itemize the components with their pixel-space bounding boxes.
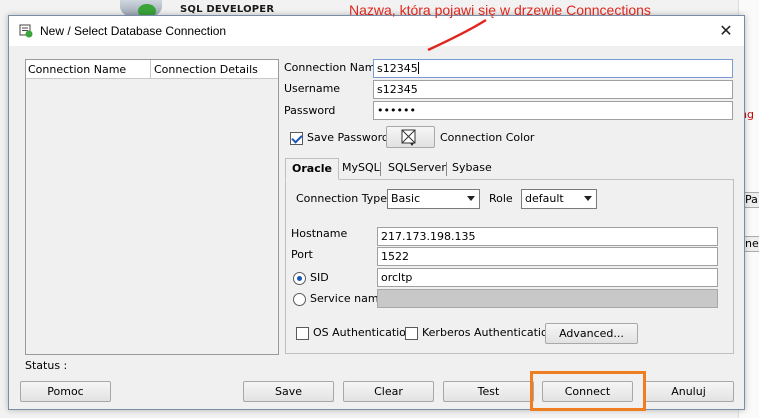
connection-name-input[interactable]: s12345 <box>373 59 733 78</box>
role-label: Role <box>489 192 513 205</box>
connection-color-button[interactable] <box>386 126 435 148</box>
connection-list-header: Connection Name Connection Details <box>26 60 278 79</box>
hostname-label: Hostname <box>291 227 348 240</box>
clear-button[interactable]: Clear <box>343 381 434 402</box>
color-picker-icon <box>401 129 416 146</box>
hostname-input[interactable]: 217.173.198.135 <box>377 227 718 246</box>
save-password-label: Save Password <box>307 131 389 144</box>
connect-highlight-frame <box>530 371 646 411</box>
service-name-input[interactable] <box>377 289 718 308</box>
kerberos-authentication-checkbox[interactable] <box>405 327 418 340</box>
database-connection-icon <box>19 24 33 38</box>
tab-separator <box>446 162 447 176</box>
connection-name-value: s12345 <box>377 62 418 75</box>
advanced-button[interactable]: Advanced... <box>545 323 638 344</box>
tab-oracle[interactable]: Oracle <box>285 158 339 180</box>
save-password-checkbox[interactable] <box>290 132 303 145</box>
sid-label: SID <box>310 271 329 284</box>
close-icon[interactable]: ✕ <box>715 21 737 41</box>
connection-color-label: Connection Color <box>440 131 535 144</box>
tab-mysql[interactable]: MySQL <box>342 158 380 180</box>
connection-dialog: New / Select Database Connection ✕ Conne… <box>8 15 745 411</box>
connection-name-label: Connection Name <box>284 61 383 74</box>
chevron-down-icon <box>467 196 475 201</box>
tab-sqlserver[interactable]: SQLServer <box>388 158 446 180</box>
service-name-radio[interactable] <box>293 293 306 306</box>
cancel-button[interactable]: Anuluj <box>643 381 734 402</box>
chevron-down-icon <box>584 196 592 201</box>
annotation-text: Nazwa, która pojawi się w drzewie Connce… <box>349 2 651 18</box>
help-button[interactable]: Pomoc <box>20 381 111 402</box>
password-label: Password <box>284 104 336 117</box>
tab-separator <box>380 162 381 176</box>
port-label: Port <box>291 248 313 261</box>
dialog-titlebar: New / Select Database Connection ✕ <box>9 16 744 46</box>
save-button[interactable]: Save <box>243 381 334 402</box>
annotation-arrow-icon <box>427 18 487 52</box>
connection-type-value: Basic <box>391 192 421 205</box>
connection-list[interactable]: Connection Name Connection Details <box>25 59 279 355</box>
password-input[interactable]: •••••• <box>373 101 733 120</box>
column-divider <box>150 60 151 79</box>
connection-type-label: Connection Type <box>296 192 388 205</box>
username-label: Username <box>284 82 341 95</box>
status-label: Status : <box>25 359 68 372</box>
dialog-title: New / Select Database Connection <box>40 24 227 38</box>
role-select[interactable]: default <box>521 189 597 209</box>
service-name-label: Service name <box>310 292 386 305</box>
kerberos-authentication-label: Kerberos Authentication <box>422 326 555 339</box>
connection-type-select[interactable]: Basic <box>387 189 480 209</box>
port-input[interactable]: 1522 <box>377 247 718 266</box>
column-header-connection-details[interactable]: Connection Details <box>154 63 258 76</box>
sid-input[interactable]: orcltp <box>377 268 718 287</box>
text-caret <box>417 62 419 74</box>
role-value: default <box>525 192 564 205</box>
username-input[interactable]: s12345 <box>373 80 733 99</box>
test-button[interactable]: Test <box>443 381 534 402</box>
os-authentication-checkbox[interactable] <box>296 327 309 340</box>
column-header-connection-name[interactable]: Connection Name <box>28 63 126 76</box>
os-authentication-label: OS Authentication <box>313 326 413 339</box>
background-app-title: SQL DEVELOPER <box>180 4 275 15</box>
sid-radio[interactable] <box>293 272 306 285</box>
tab-sybase[interactable]: Sybase <box>452 158 492 180</box>
